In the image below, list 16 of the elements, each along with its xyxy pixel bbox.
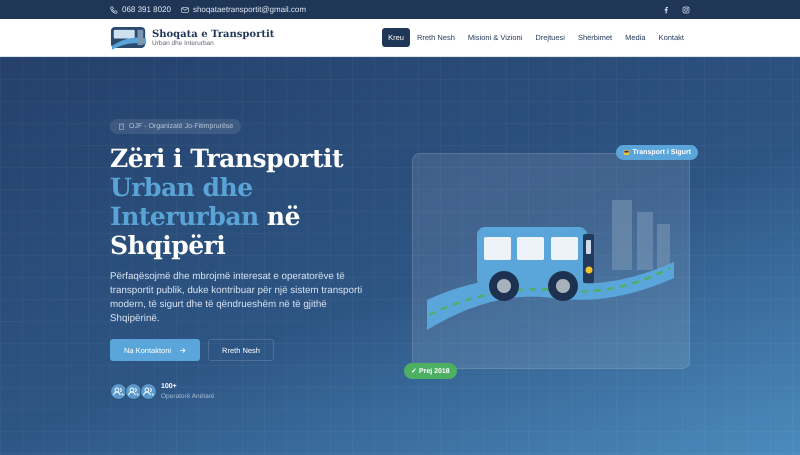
email-address: shoqataetransportit@gmail.com <box>180 5 306 14</box>
phone-icon <box>110 6 118 14</box>
arrow-right-icon <box>179 346 186 354</box>
facebook-icon[interactable] <box>662 6 670 14</box>
bus-logo-icon[interactable] <box>110 25 148 50</box>
users-avatar-icon <box>125 383 142 400</box>
hero-description: Përfaqësojmë dhe mbrojmë interesat e operatorëve të transportit publik, duke kontribuar për një sistem transporti modern, të sigurt dhe të qëndrueshëm në të gjithë Shqipërinë. <box>110 270 364 326</box>
phone-number: 068 391 8020 <box>110 5 171 14</box>
instagram-icon[interactable] <box>682 6 690 14</box>
brand-name[interactable]: Shoqata e Transportit <box>152 28 274 40</box>
hero-title: Zëri i Transportit Urban dhe Interurban në Shqipëri <box>110 144 344 260</box>
users-avatar-icon <box>140 383 157 400</box>
tram-icon <box>622 149 630 156</box>
users-avatar-icon <box>110 383 127 400</box>
mail-icon <box>180 6 189 14</box>
building-icon <box>118 123 125 130</box>
